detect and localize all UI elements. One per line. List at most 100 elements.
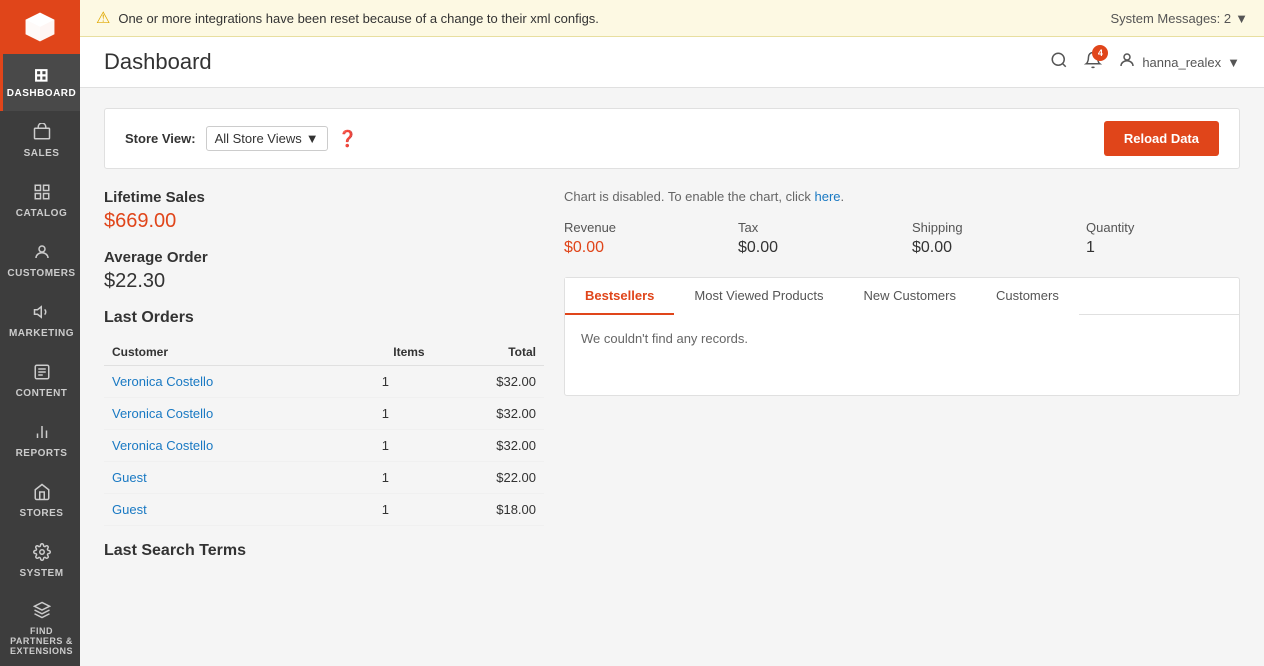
table-row: Guest 1 $18.00 bbox=[104, 494, 544, 526]
integrations-link[interactable]: integrations bbox=[195, 11, 262, 26]
tabs-container: BestsellersMost Viewed ProductsNew Custo… bbox=[564, 277, 1240, 396]
alert-bar: ⚠ One or more integrations have been res… bbox=[80, 0, 1264, 37]
total-cell: $32.00 bbox=[433, 398, 544, 430]
stat-label: Revenue bbox=[564, 220, 718, 235]
customer-link[interactable]: Veronica Costello bbox=[112, 406, 213, 421]
last-orders-section: Last Orders Customer Items Total Veronic… bbox=[104, 309, 544, 526]
user-icon bbox=[1118, 51, 1136, 74]
reports-icon bbox=[33, 423, 51, 444]
user-chevron-icon: ▼ bbox=[1227, 55, 1240, 70]
total-cell: $32.00 bbox=[433, 430, 544, 462]
page-header: Dashboard 4 hanna_realex ▼ bbox=[80, 37, 1264, 88]
stat-label: Shipping bbox=[912, 220, 1066, 235]
stat-label: Tax bbox=[738, 220, 892, 235]
notifications-button[interactable]: 4 bbox=[1084, 51, 1102, 74]
stat-value: 1 bbox=[1086, 239, 1240, 257]
tab-empty-message: We couldn't find any records. bbox=[581, 331, 748, 346]
sidebar: ⊞ DASHBOARD SALES CATALOG CUSTOMERS MARK… bbox=[0, 0, 80, 666]
last-search-terms-title: Last Search Terms bbox=[104, 542, 544, 560]
sidebar-item-content[interactable]: CONTENT bbox=[0, 351, 80, 411]
search-icon[interactable] bbox=[1050, 51, 1068, 74]
sidebar-logo[interactable] bbox=[0, 0, 80, 54]
dashboard-grid: Lifetime Sales $669.00 Average Order $22… bbox=[104, 189, 1240, 572]
right-column: Chart is disabled. To enable the chart, … bbox=[564, 189, 1240, 572]
content-icon bbox=[33, 363, 51, 384]
average-order-block: Average Order $22.30 bbox=[104, 249, 544, 293]
sidebar-item-stores[interactable]: STORES bbox=[0, 471, 80, 531]
tab-customers[interactable]: Customers bbox=[976, 278, 1079, 315]
user-menu-button[interactable]: hanna_realex ▼ bbox=[1118, 51, 1240, 74]
stores-icon bbox=[33, 483, 51, 504]
sidebar-item-customers[interactable]: CUSTOMERS bbox=[0, 231, 80, 291]
system-messages-btn[interactable]: System Messages: 2 ▼ bbox=[1110, 11, 1248, 26]
orders-table: Customer Items Total Veronica Costello 1… bbox=[104, 339, 544, 526]
lifetime-sales-label: Lifetime Sales bbox=[104, 189, 544, 206]
customers-icon bbox=[33, 243, 51, 264]
items-cell: 1 bbox=[338, 398, 433, 430]
sidebar-item-catalog[interactable]: CATALOG bbox=[0, 171, 80, 231]
tab-new-customers[interactable]: New Customers bbox=[844, 278, 976, 315]
store-view-bar: Store View: All Store Views ▼ ❓ Reload D… bbox=[104, 108, 1240, 169]
chart-disabled-message: Chart is disabled. To enable the chart, … bbox=[564, 189, 1240, 204]
col-total: Total bbox=[433, 339, 544, 366]
sidebar-item-system[interactable]: SYSTEM bbox=[0, 531, 80, 591]
average-order-value: $22.30 bbox=[104, 270, 544, 293]
stats-row: Revenue $0.00 Tax $0.00 Shipping $0.00 Q… bbox=[564, 220, 1240, 257]
items-cell: 1 bbox=[338, 366, 433, 398]
dashboard-icon: ⊞ bbox=[34, 66, 50, 84]
marketing-icon bbox=[33, 303, 51, 324]
chevron-down-icon: ▼ bbox=[1235, 11, 1248, 26]
sidebar-item-reports[interactable]: REPORTS bbox=[0, 411, 80, 471]
alert-text: One or more integrations have been reset… bbox=[118, 11, 599, 26]
table-row: Guest 1 $22.00 bbox=[104, 462, 544, 494]
store-view-label: Store View: bbox=[125, 131, 196, 146]
lifetime-sales-value: $669.00 bbox=[104, 210, 544, 233]
tab-bestsellers[interactable]: Bestsellers bbox=[565, 278, 674, 315]
last-orders-title: Last Orders bbox=[104, 309, 544, 327]
sidebar-item-sales[interactable]: SALES bbox=[0, 111, 80, 171]
stat-item: Quantity 1 bbox=[1086, 220, 1240, 257]
stat-label: Quantity bbox=[1086, 220, 1240, 235]
store-view-select[interactable]: All Store Views ▼ bbox=[206, 126, 328, 151]
left-column: Lifetime Sales $669.00 Average Order $22… bbox=[104, 189, 544, 572]
help-icon[interactable]: ❓ bbox=[338, 129, 358, 149]
col-customer: Customer bbox=[104, 339, 338, 366]
sidebar-item-dashboard[interactable]: ⊞ DASHBOARD bbox=[0, 54, 80, 111]
tab-most-viewed[interactable]: Most Viewed Products bbox=[674, 278, 843, 315]
stat-value: $0.00 bbox=[738, 239, 892, 257]
tab-content: We couldn't find any records. bbox=[565, 315, 1239, 395]
catalog-icon bbox=[33, 183, 51, 204]
table-row: Veronica Costello 1 $32.00 bbox=[104, 430, 544, 462]
header-actions: 4 hanna_realex ▼ bbox=[1050, 51, 1240, 74]
select-chevron-icon: ▼ bbox=[306, 131, 319, 146]
customer-link[interactable]: Guest bbox=[112, 470, 147, 485]
sidebar-item-find-partners[interactable]: FIND PARTNERS & EXTENSIONS bbox=[0, 591, 80, 666]
page-title: Dashboard bbox=[104, 49, 212, 75]
customer-link[interactable]: Veronica Costello bbox=[112, 374, 213, 389]
page-content: Store View: All Store Views ▼ ❓ Reload D… bbox=[80, 88, 1264, 666]
stat-value: $0.00 bbox=[912, 239, 1066, 257]
col-items: Items bbox=[338, 339, 433, 366]
table-row: Veronica Costello 1 $32.00 bbox=[104, 398, 544, 430]
reload-data-button[interactable]: Reload Data bbox=[1104, 121, 1219, 156]
average-order-label: Average Order bbox=[104, 249, 544, 266]
last-search-terms-section: Last Search Terms bbox=[104, 542, 544, 560]
main-content: ⚠ One or more integrations have been res… bbox=[80, 0, 1264, 666]
stat-item: Revenue $0.00 bbox=[564, 220, 718, 257]
stat-item: Shipping $0.00 bbox=[912, 220, 1066, 257]
partners-icon bbox=[33, 601, 51, 622]
customer-link[interactable]: Veronica Costello bbox=[112, 438, 213, 453]
tabs-header: BestsellersMost Viewed ProductsNew Custo… bbox=[565, 278, 1239, 315]
stat-value: $0.00 bbox=[564, 239, 718, 257]
items-cell: 1 bbox=[338, 430, 433, 462]
sales-icon bbox=[33, 123, 51, 144]
chart-enable-link[interactable]: here bbox=[815, 189, 841, 204]
total-cell: $18.00 bbox=[433, 494, 544, 526]
total-cell: $22.00 bbox=[433, 462, 544, 494]
items-cell: 1 bbox=[338, 494, 433, 526]
table-row: Veronica Costello 1 $32.00 bbox=[104, 366, 544, 398]
system-icon bbox=[33, 543, 51, 564]
sidebar-item-marketing[interactable]: MARKETING bbox=[0, 291, 80, 351]
customer-link[interactable]: Guest bbox=[112, 502, 147, 517]
total-cell: $32.00 bbox=[433, 366, 544, 398]
